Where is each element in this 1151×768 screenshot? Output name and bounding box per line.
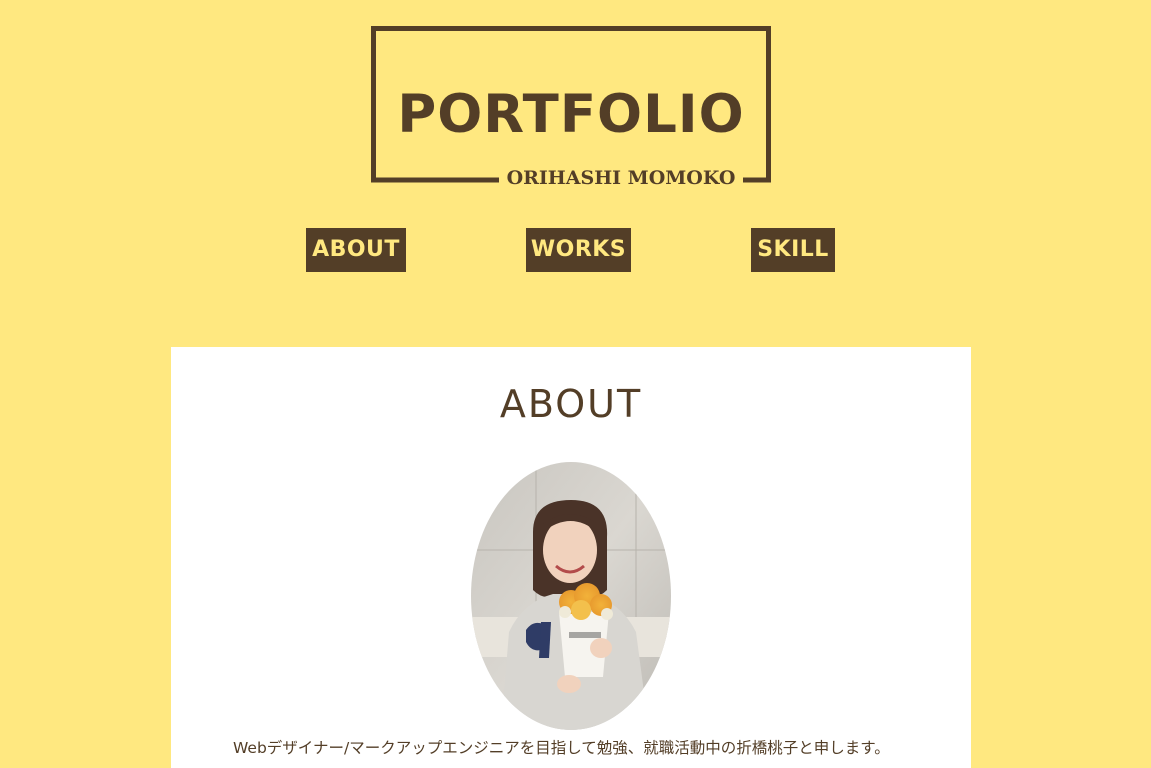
nav-works-button[interactable]: WORKS bbox=[526, 228, 631, 272]
about-section: ABOUT Webデザイナー/マークアップエンジニアを目指して勉強、就職活動中の… bbox=[171, 347, 971, 768]
profile-photo bbox=[471, 462, 671, 730]
about-intro-text: Webデザイナー/マークアップエンジニアを目指して勉強、就職活動中の折橋桃子と申… bbox=[233, 739, 890, 757]
about-heading: ABOUT bbox=[499, 382, 643, 426]
logo-subtitle: ORIHASHI MOMOKO bbox=[501, 169, 741, 188]
portfolio-logo[interactable]: PORTFOLIO ORIHASHI MOMOKO bbox=[371, 26, 771, 188]
nav-skill-button[interactable]: SKILL bbox=[751, 228, 835, 272]
page: PORTFOLIO ORIHASHI MOMOKO ABOUT WORKS SK… bbox=[0, 0, 1151, 768]
logo-title: PORTFOLIO bbox=[397, 84, 745, 145]
nav-about-button[interactable]: ABOUT bbox=[306, 228, 406, 272]
